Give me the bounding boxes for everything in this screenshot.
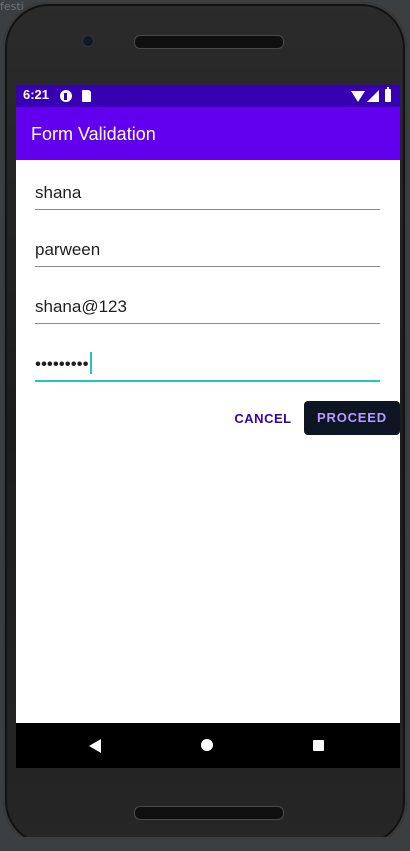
home-icon[interactable] [201,739,213,751]
first-name-field[interactable]: shana [35,181,380,210]
password-value: ••••••••• [35,354,89,374]
proceed-button[interactable]: PROCEED [304,401,400,435]
status-bar: 6:21 [16,85,400,107]
signal-icon [367,90,379,102]
bottom-speaker [134,806,284,820]
back-icon[interactable] [89,739,101,753]
status-time: 6:21 [23,87,50,102]
email-value: shana@123 [35,297,127,316]
recents-icon[interactable] [313,740,324,751]
password-field[interactable]: ••••••••• [35,352,380,382]
ide-bottom-strip [0,837,410,851]
battery-icon [385,87,391,102]
top-speaker [134,35,284,49]
phone-screen: 6:21 Form Validation shana parween shana… [16,85,400,768]
wifi-icon [351,91,365,102]
app-title: Form Validation [31,124,156,144]
first-name-value: shana [35,183,82,202]
navigation-bar [16,723,400,768]
last-name-value: parween [35,240,101,259]
camera-icon [83,36,93,46]
text-cursor [89,352,92,374]
p-icon [60,90,72,102]
last-name-field[interactable]: parween [35,238,380,267]
sd-card-icon [82,90,91,102]
password-value-wrap: ••••••••• [35,352,92,376]
email-field[interactable]: shana@123 [35,295,380,324]
cancel-button[interactable]: CANCEL [228,403,298,435]
app-bar: Form Validation [16,107,400,160]
